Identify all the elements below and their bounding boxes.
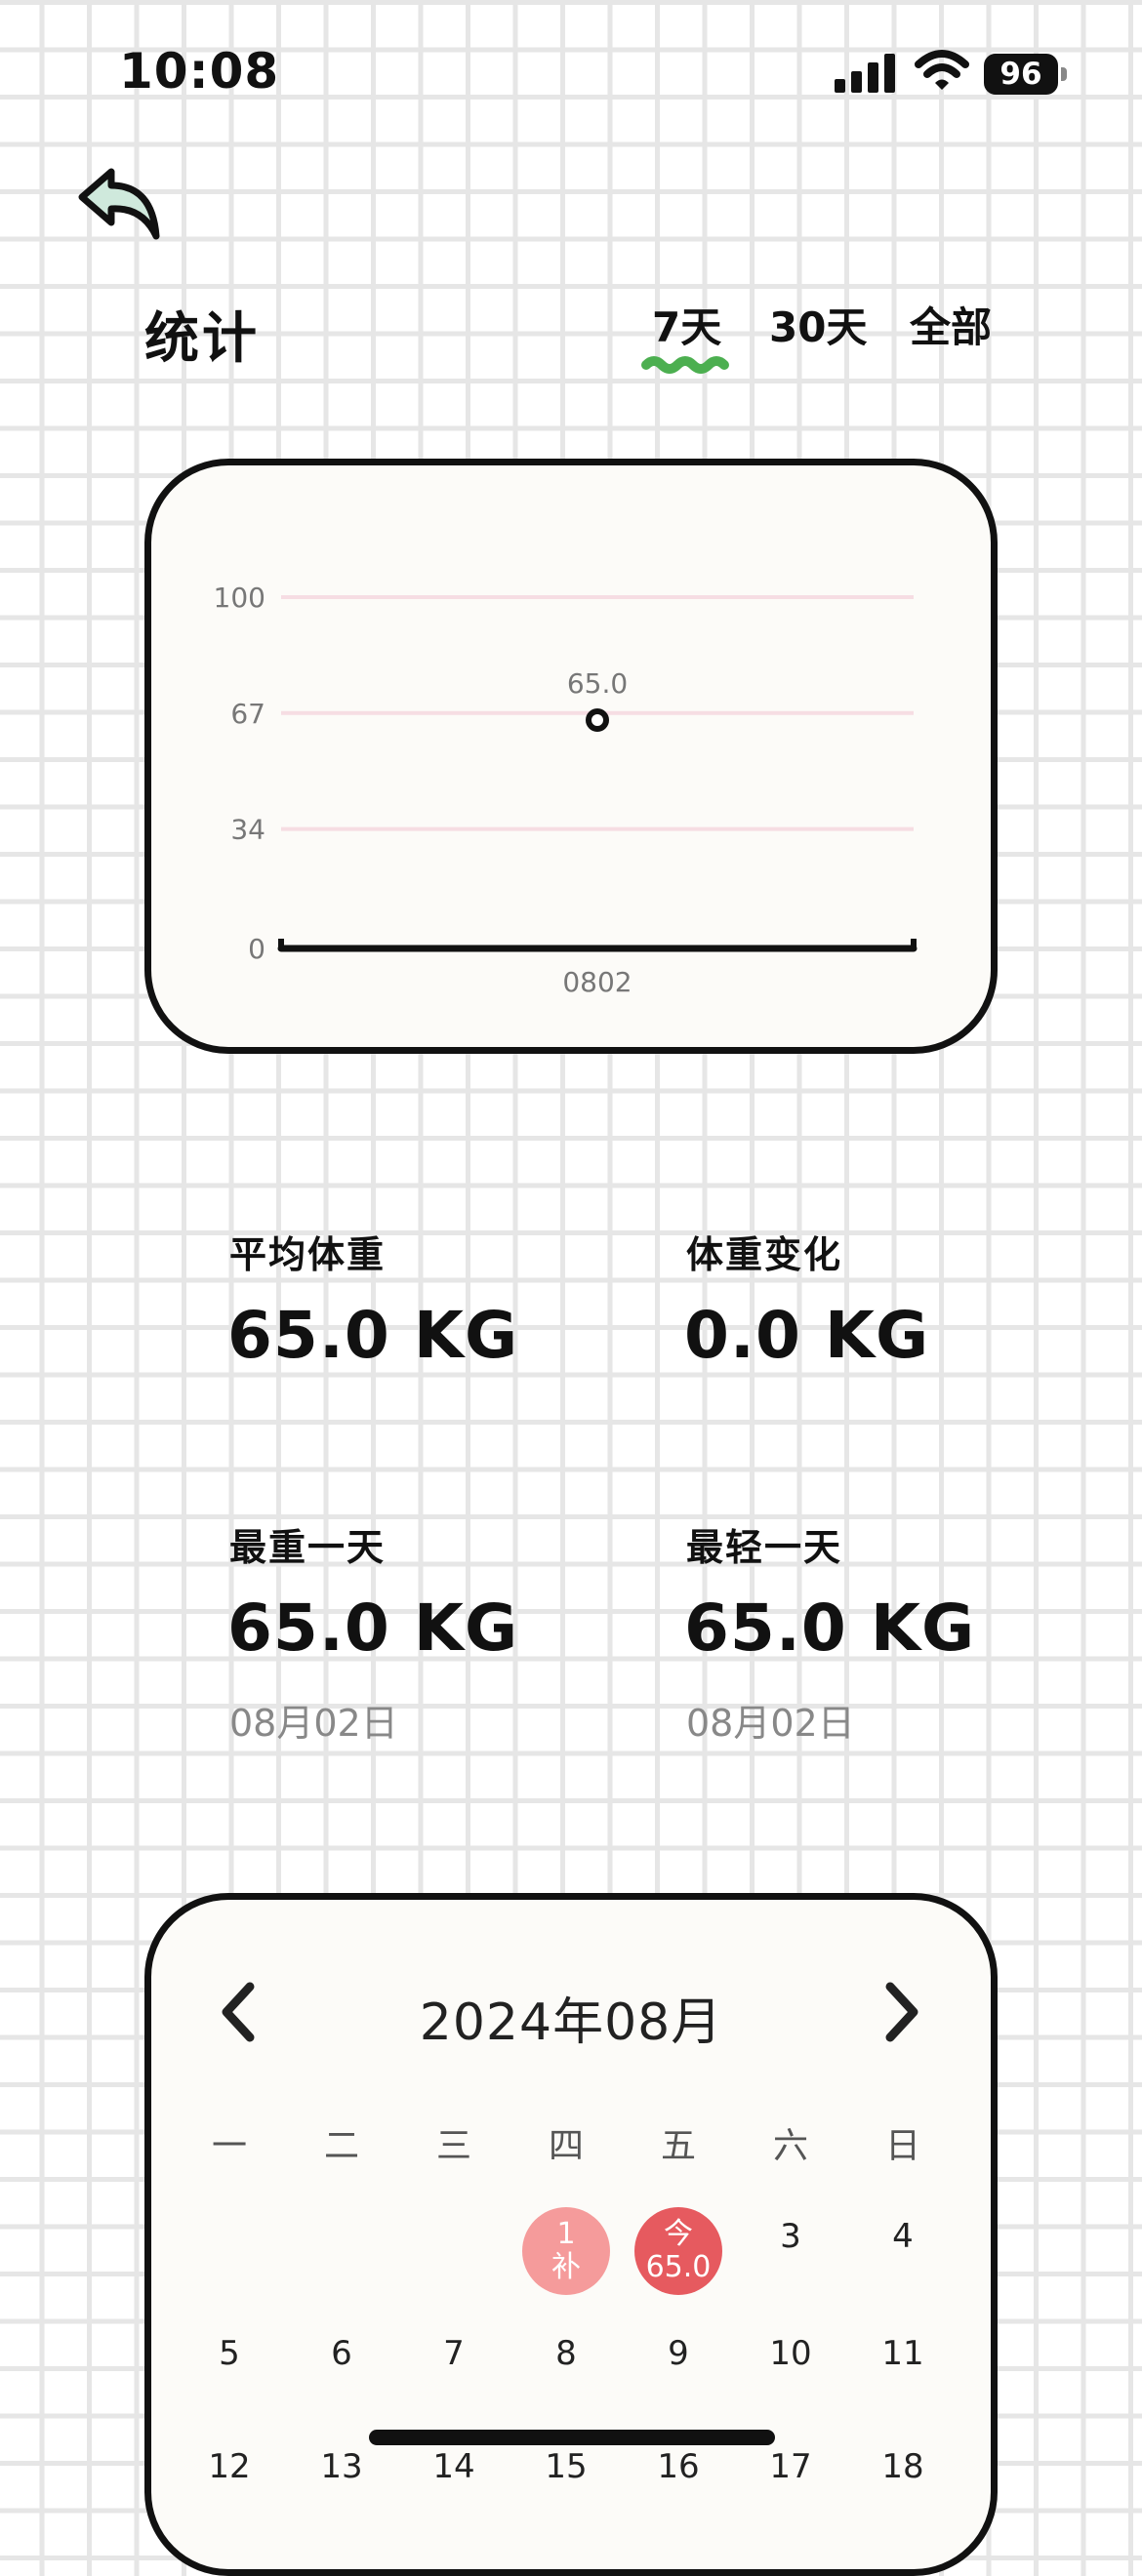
calendar-day[interactable]: 9: [639, 2334, 717, 2373]
weekday-label: 四: [548, 2126, 584, 2166]
x-tick-label: 0802: [562, 966, 632, 998]
tab-7-days[interactable]: 7天: [652, 295, 721, 354]
chevron-right-icon[interactable]: [880, 1981, 923, 2043]
weight-chart: 0 34 67 100 0802 65.0: [214, 582, 918, 998]
cellular-signal-icon: [835, 54, 895, 93]
calendar-day[interactable]: 4: [864, 2217, 942, 2256]
calendar-day[interactable]: 8: [527, 2334, 605, 2373]
calendar-day-1-makeup[interactable]: 1补: [522, 2207, 610, 2295]
tab-all[interactable]: 全部: [910, 295, 992, 354]
battery-indicator: 96: [984, 54, 1067, 95]
calendar-day[interactable]: 11: [864, 2334, 942, 2373]
weekday-label: 一: [211, 2126, 247, 2166]
lightest-day-date: 08月02日: [686, 1702, 855, 1745]
day-circle-bottom: 65.0: [645, 2250, 712, 2284]
page-title: 统计: [144, 307, 260, 371]
tab-30-days[interactable]: 30天: [769, 295, 867, 354]
lightest-day-value: 65.0 KG: [684, 1590, 976, 1666]
avg-weight-label: 平均体重: [229, 1233, 387, 1276]
weight-change-value: 0.0 KG: [684, 1298, 930, 1373]
day-circle-top: 今: [664, 2217, 693, 2251]
data-point: [586, 708, 609, 732]
status-time: 10:08: [119, 43, 280, 100]
heaviest-day-label: 最重一天: [229, 1526, 387, 1569]
calendar-day[interactable]: 10: [752, 2334, 830, 2373]
weight-change-label: 体重变化: [686, 1233, 843, 1276]
weekday-label: 三: [435, 2126, 471, 2166]
y-tick-label: 0: [248, 933, 265, 965]
calendar-day[interactable]: 13: [303, 2447, 381, 2486]
weekday-label: 五: [660, 2126, 696, 2166]
calendar-day[interactable]: 5: [190, 2334, 268, 2373]
calendar-day-today[interactable]: 今 65.0: [634, 2207, 722, 2295]
data-label: 65.0: [567, 667, 628, 700]
y-tick-label: 34: [230, 814, 265, 846]
heaviest-day-date: 08月02日: [229, 1702, 398, 1745]
calendar-day[interactable]: 16: [639, 2447, 717, 2486]
calendar-day[interactable]: 18: [864, 2447, 942, 2486]
home-indicator: [369, 2430, 775, 2445]
heaviest-day-value: 65.0 KG: [227, 1590, 519, 1666]
battery-tip: [1061, 67, 1067, 81]
weekday-label: 日: [884, 2126, 920, 2166]
calendar-day[interactable]: 12: [190, 2447, 268, 2486]
weekday-label: 二: [323, 2126, 359, 2166]
y-tick-label: 100: [214, 582, 265, 614]
calendar-day[interactable]: 17: [752, 2447, 830, 2486]
active-tab-underline: [641, 356, 729, 374]
calendar-month-title: 2024年08月: [419, 1993, 723, 2052]
avg-weight-value: 65.0 KG: [227, 1298, 519, 1373]
calendar-day[interactable]: 14: [415, 2447, 493, 2486]
calendar-day[interactable]: 15: [527, 2447, 605, 2486]
calendar-day[interactable]: 6: [303, 2334, 381, 2373]
y-tick-label: 67: [230, 698, 265, 730]
day-circle-top: 1: [556, 2217, 576, 2251]
day-circle-bottom: 补: [551, 2250, 581, 2284]
weekday-label: 六: [772, 2126, 808, 2166]
battery-level: 96: [984, 54, 1058, 95]
back-arrow-icon[interactable]: [76, 164, 162, 242]
lightest-day-label: 最轻一天: [686, 1526, 843, 1569]
calendar-day[interactable]: 3: [752, 2217, 830, 2256]
calendar-day[interactable]: 7: [415, 2334, 493, 2373]
wifi-icon: [915, 50, 969, 90]
